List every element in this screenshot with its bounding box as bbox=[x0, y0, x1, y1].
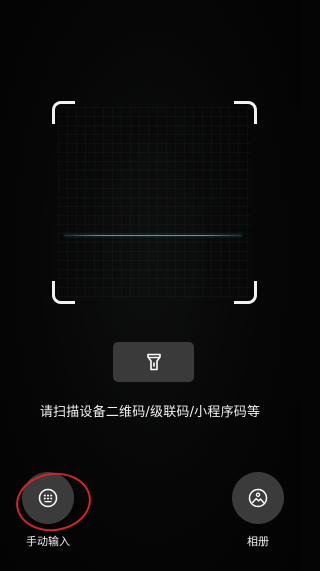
scan-grid bbox=[58, 107, 251, 298]
scan-frame bbox=[52, 101, 257, 304]
scan-line bbox=[64, 235, 242, 236]
manual-input-label: 手动输入 bbox=[26, 535, 70, 548]
scan-corner-top-left bbox=[52, 101, 75, 124]
scan-corner-top-right bbox=[234, 101, 257, 124]
scan-hint-text: 请扫描设备二维码/级联码/小程序码等 bbox=[39, 405, 261, 420]
keypad-icon bbox=[38, 488, 58, 508]
gallery-icon bbox=[248, 488, 268, 508]
scan-corner-bottom-right bbox=[234, 281, 257, 304]
album-label: 相册 bbox=[247, 535, 269, 548]
manual-input-button[interactable] bbox=[22, 472, 74, 524]
scan-corner-bottom-left bbox=[52, 281, 75, 304]
flashlight-icon bbox=[146, 353, 161, 371]
scanner-screen: 请扫描设备二维码/级联码/小程序码等 手动输入 相册 bbox=[0, 0, 300, 571]
flashlight-button[interactable] bbox=[113, 342, 194, 382]
album-button[interactable] bbox=[232, 472, 284, 524]
